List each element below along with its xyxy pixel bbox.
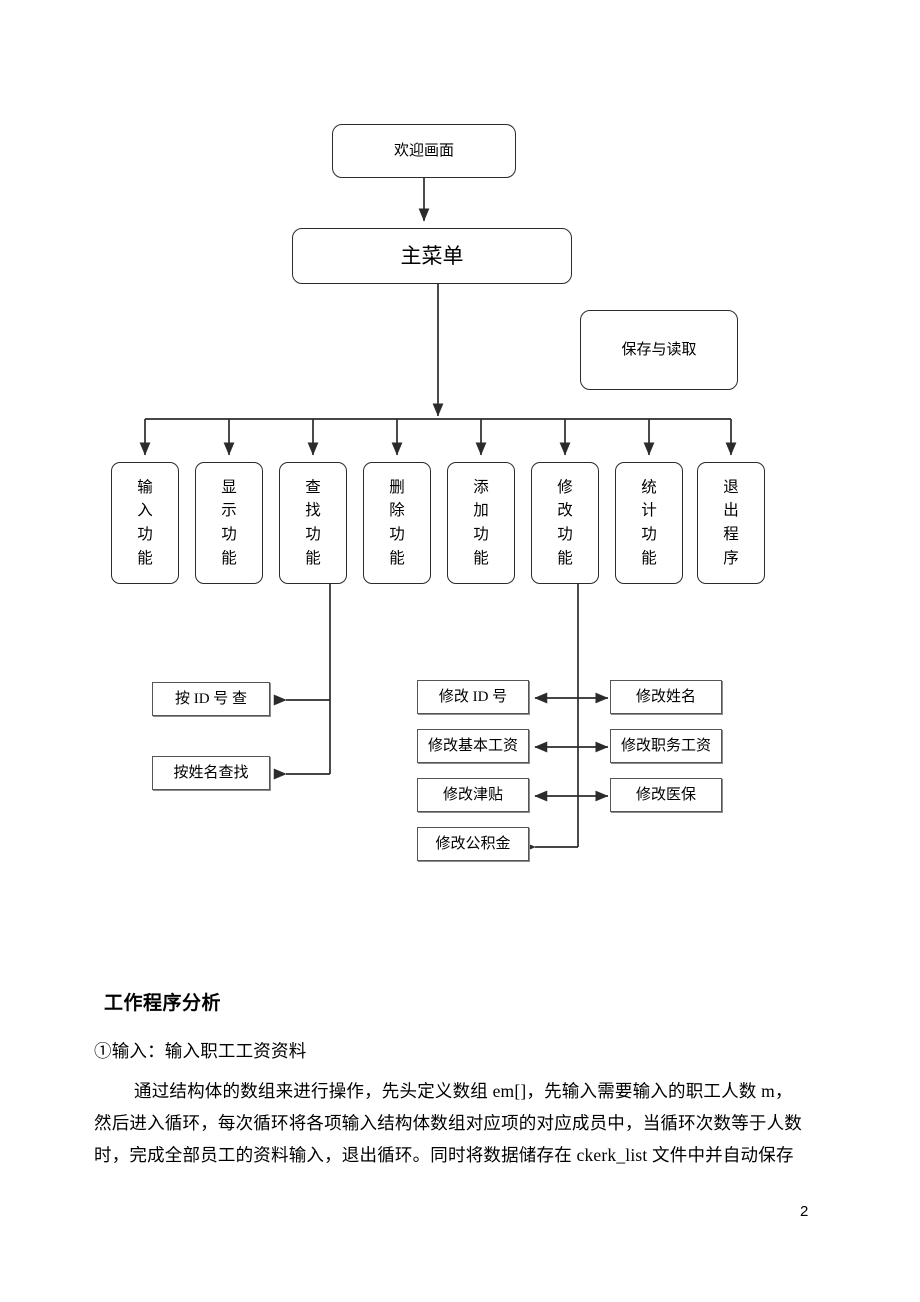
node-label: 修改津贴 (442, 786, 503, 803)
node-modify-name: 修改姓名 (610, 680, 722, 714)
node-function-input: 输入功能 (111, 462, 179, 584)
node-search-by-id: 按 ID 号 查 (152, 682, 270, 716)
document-page: 欢迎画面 主菜单 保存与读取 输入功能 显示功能 查找功能 删除功能 添加功能 … (0, 0, 920, 1302)
node-modify-medical-insurance: 修改医保 (610, 778, 722, 812)
node-label: 欢迎画面 (393, 142, 454, 159)
node-label: 退出程序 (723, 478, 739, 567)
node-label: 主菜单 (400, 243, 464, 268)
paragraph-line-1: ①输入：输入职工工资资料 (94, 1041, 307, 1061)
node-label: 修改职务工资 (620, 737, 711, 754)
node-function-delete: 删除功能 (363, 462, 431, 584)
node-label: 删除功能 (389, 478, 405, 567)
node-function-add: 添加功能 (447, 462, 515, 584)
paragraph-line-2: 通过结构体的数组来进行操作，先头定义数组 em[]，先输入需要输入的职工人数 m… (134, 1081, 793, 1101)
node-label: 按姓名查找 (173, 764, 249, 781)
node-label: 修改公积金 (435, 835, 511, 852)
section-title: 工作程序分析 (104, 993, 222, 1014)
node-modify-base-salary: 修改基本工资 (417, 729, 529, 763)
node-label: 修改医保 (635, 786, 696, 803)
node-label: 按 ID 号 查 (174, 690, 248, 707)
node-label: 显示功能 (221, 478, 237, 567)
node-label: 修改功能 (557, 478, 573, 567)
node-modify-housing-fund: 修改公积金 (417, 827, 529, 861)
node-modify-duty-salary: 修改职务工资 (610, 729, 722, 763)
node-main-menu: 主菜单 (292, 228, 572, 284)
node-function-statistics: 统计功能 (615, 462, 683, 584)
paragraph-line-3: 然后进入循环，每次循环将各项输入结构体数组对应项的对应成员中，当循环次数等于人数 (94, 1113, 802, 1133)
node-function-modify: 修改功能 (531, 462, 599, 584)
node-search-by-name: 按姓名查找 (152, 756, 270, 790)
node-label: 修改基本工资 (427, 737, 518, 754)
node-function-exit: 退出程序 (697, 462, 765, 584)
paragraph-line-4: 时，完成全部员工的资料输入，退出循环。同时将数据储存在 ckerk_list 文… (94, 1145, 794, 1165)
node-label: 修改姓名 (635, 688, 696, 705)
node-function-display: 显示功能 (195, 462, 263, 584)
page-number: 2 (800, 1203, 809, 1220)
node-label: 修改 ID 号 (438, 688, 508, 705)
node-welcome-screen: 欢迎画面 (332, 124, 516, 178)
node-label: 保存与读取 (621, 341, 697, 358)
node-save-and-read: 保存与读取 (580, 310, 738, 390)
node-label: 查找功能 (305, 478, 321, 567)
node-label: 输入功能 (137, 478, 153, 567)
node-function-search: 查找功能 (279, 462, 347, 584)
node-label: 统计功能 (641, 478, 657, 567)
node-modify-id: 修改 ID 号 (417, 680, 529, 714)
node-modify-allowance: 修改津贴 (417, 778, 529, 812)
node-label: 添加功能 (473, 478, 489, 567)
